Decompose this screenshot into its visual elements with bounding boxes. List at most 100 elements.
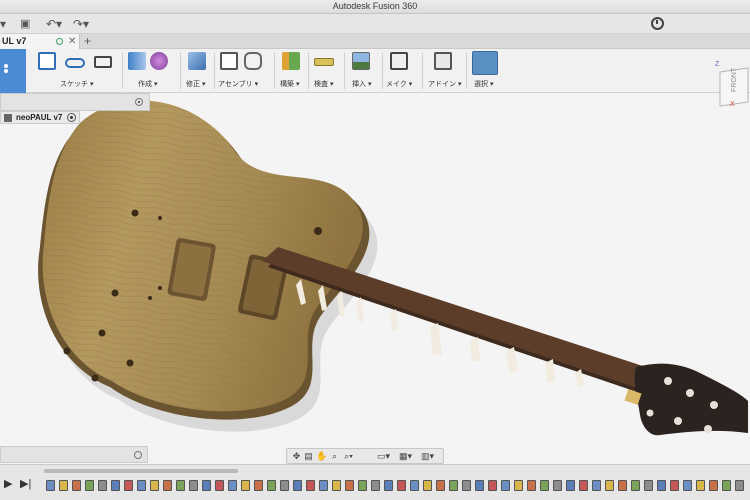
select-group[interactable]: 選択 ▾ bbox=[472, 51, 500, 92]
timeline-feature-icon[interactable] bbox=[592, 480, 601, 491]
timeline-feature-icon[interactable] bbox=[709, 480, 718, 491]
undo-icon[interactable]: ↶▾ bbox=[46, 16, 62, 32]
timeline-feature-icon[interactable] bbox=[605, 480, 614, 491]
timeline-feature-icon[interactable] bbox=[293, 480, 302, 491]
timeline-feature-icon[interactable] bbox=[644, 480, 653, 491]
timeline-feature-icon[interactable] bbox=[241, 480, 250, 491]
timeline-feature-icon[interactable] bbox=[371, 480, 380, 491]
timeline-feature-icon[interactable] bbox=[540, 480, 549, 491]
look-at-icon[interactable]: ▤ bbox=[303, 451, 314, 461]
extrude-icon[interactable] bbox=[128, 52, 146, 70]
timeline-feature-icon[interactable] bbox=[410, 480, 419, 491]
browser-pin-icon[interactable] bbox=[135, 98, 143, 106]
redo-icon[interactable]: ↷▾ bbox=[73, 16, 89, 32]
measure-icon[interactable] bbox=[314, 58, 334, 66]
timeline-feature-icon[interactable] bbox=[332, 480, 341, 491]
timeline-feature-icon[interactable] bbox=[319, 480, 328, 491]
rectangle-icon[interactable] bbox=[94, 56, 112, 68]
timeline-feature-icon[interactable] bbox=[124, 480, 133, 491]
insert-group[interactable]: 挿入 ▾ bbox=[350, 52, 380, 92]
timeline-feature-icon[interactable] bbox=[397, 480, 406, 491]
comments-panel-header[interactable] bbox=[0, 446, 148, 463]
timeline-feature-icon[interactable] bbox=[618, 480, 627, 491]
timeline-feature-icon[interactable] bbox=[462, 480, 471, 491]
insert-image-icon[interactable] bbox=[352, 52, 370, 70]
new-tab-button[interactable]: + bbox=[84, 34, 91, 48]
timeline-feature-icon[interactable] bbox=[722, 480, 731, 491]
timeline-feature-icon[interactable] bbox=[176, 480, 185, 491]
timeline-feature-icon[interactable] bbox=[163, 480, 172, 491]
save-icon[interactable]: ▣ bbox=[20, 16, 30, 32]
viewcube[interactable]: Z FRONT X bbox=[712, 60, 750, 108]
timeline-feature-icon[interactable] bbox=[150, 480, 159, 491]
timeline-feature-icon[interactable] bbox=[98, 480, 107, 491]
timeline-feature-icon[interactable] bbox=[657, 480, 666, 491]
timeline-feature-icon[interactable] bbox=[85, 480, 94, 491]
inspect-group[interactable]: 検査 ▾ bbox=[314, 52, 342, 92]
press-pull-icon[interactable] bbox=[188, 52, 206, 70]
timeline-feature-icon[interactable] bbox=[59, 480, 68, 491]
new-component-icon[interactable] bbox=[220, 52, 238, 70]
timeline-feature-icon[interactable] bbox=[215, 480, 224, 491]
play-icon[interactable]: ▶ bbox=[4, 477, 12, 490]
timeline-feature-icon[interactable] bbox=[137, 480, 146, 491]
assemble-group[interactable]: アセンブリ ▾ bbox=[218, 52, 270, 92]
scripts-addins-icon[interactable] bbox=[434, 52, 452, 70]
offset-plane-icon[interactable] bbox=[282, 52, 300, 70]
timeline-feature-icon[interactable] bbox=[384, 480, 393, 491]
timeline-scrollbar[interactable] bbox=[44, 469, 238, 473]
pan-icon[interactable]: ✋ bbox=[316, 451, 327, 461]
timeline-feature-icon[interactable] bbox=[683, 480, 692, 491]
timeline-feature-icon[interactable] bbox=[631, 480, 640, 491]
make-group[interactable]: メイク ▾ bbox=[386, 52, 420, 92]
fit-icon[interactable]: ⌕▾ bbox=[343, 451, 354, 461]
3d-print-icon[interactable] bbox=[390, 52, 408, 70]
arc-icon[interactable] bbox=[65, 58, 85, 68]
browser-panel-header[interactable] bbox=[0, 93, 150, 111]
timeline-feature-icon[interactable] bbox=[527, 480, 536, 491]
timeline-feature-icon[interactable] bbox=[46, 480, 55, 491]
timeline-feature-icon[interactable] bbox=[189, 480, 198, 491]
guitar-model[interactable] bbox=[0, 93, 750, 463]
close-tab-icon[interactable]: ✕ bbox=[68, 34, 76, 49]
go-to-end-icon[interactable]: ▶| bbox=[20, 477, 31, 490]
3d-viewport[interactable] bbox=[0, 93, 750, 463]
timeline-feature-icon[interactable] bbox=[202, 480, 211, 491]
timeline-feature-icon[interactable] bbox=[735, 480, 744, 491]
select-icon[interactable] bbox=[472, 51, 498, 75]
timeline-feature-icon[interactable] bbox=[579, 480, 588, 491]
modify-group[interactable]: 修正 ▾ bbox=[186, 52, 216, 92]
timeline-feature-icon[interactable] bbox=[111, 480, 120, 491]
timeline-feature-icon[interactable] bbox=[228, 480, 237, 491]
timeline-feature-icon[interactable] bbox=[696, 480, 705, 491]
job-status-icon[interactable] bbox=[651, 17, 664, 30]
activate-component-icon[interactable] bbox=[67, 113, 76, 122]
timeline-feature-icon[interactable] bbox=[553, 480, 562, 491]
timeline-feature-icon[interactable] bbox=[254, 480, 263, 491]
joint-icon[interactable] bbox=[244, 52, 262, 70]
timeline-feature-icon[interactable] bbox=[449, 480, 458, 491]
timeline-feature-icon[interactable] bbox=[280, 480, 289, 491]
data-panel-icon[interactable]: ▾ bbox=[0, 16, 6, 32]
form-icon[interactable] bbox=[150, 52, 168, 70]
grid-settings-icon[interactable]: ▦▾ bbox=[399, 451, 412, 461]
timeline-feature-icon[interactable] bbox=[72, 480, 81, 491]
construct-group[interactable]: 構築 ▾ bbox=[280, 52, 308, 92]
timeline-feature-icon[interactable] bbox=[566, 480, 575, 491]
viewports-icon[interactable]: ▥▾ bbox=[421, 451, 434, 461]
timeline-feature-icon[interactable] bbox=[670, 480, 679, 491]
sketch-icon[interactable] bbox=[38, 52, 56, 70]
zoom-icon[interactable]: ⌕ bbox=[329, 451, 340, 461]
browser-root-node[interactable]: neoPAUL v7 bbox=[0, 111, 80, 124]
timeline-feature-icon[interactable] bbox=[475, 480, 484, 491]
timeline-feature-icon[interactable] bbox=[423, 480, 432, 491]
comments-pin-icon[interactable] bbox=[134, 451, 142, 459]
timeline-feature-icon[interactable] bbox=[306, 480, 315, 491]
timeline-feature-icon[interactable] bbox=[488, 480, 497, 491]
document-tab[interactable]: UL v7 ✕ bbox=[0, 34, 80, 49]
timeline-feature-icon[interactable] bbox=[267, 480, 276, 491]
workspace-switcher-button[interactable] bbox=[0, 49, 26, 93]
display-settings-icon[interactable]: ▭▾ bbox=[377, 451, 390, 461]
timeline-feature-icon[interactable] bbox=[358, 480, 367, 491]
create-group[interactable]: 作成 ▾ bbox=[128, 52, 174, 92]
